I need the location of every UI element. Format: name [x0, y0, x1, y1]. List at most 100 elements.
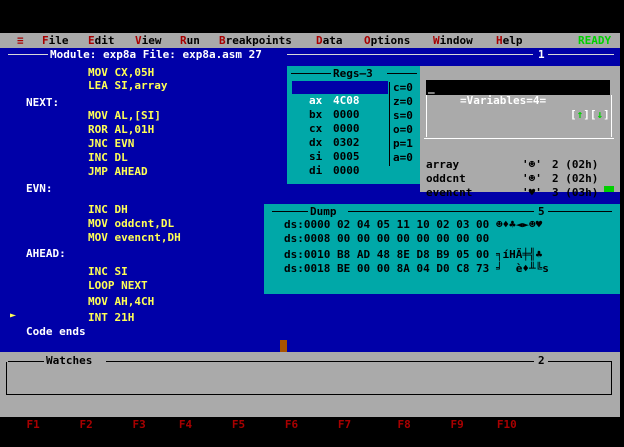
- menu-run-label: un: [186, 34, 200, 47]
- variables-global-pane[interactable]: [426, 95, 612, 137]
- fkey-label: F2: [79, 418, 93, 431]
- register-row-dx[interactable]: dx 0302: [292, 123, 388, 149]
- code-line-12[interactable]: MOV evencnt,DH: [88, 231, 181, 244]
- function-key-bar: F1-Help F2-Bkpt F3-Mod F4-Here F5-Zoom F…: [0, 402, 620, 431]
- dump-row-0010[interactable]: ds:0010 B8 AD 48 8E D8 B9 05 00 ╕íHÄ╪╣♣: [284, 248, 542, 262]
- system-menu-icon[interactable]: ≡: [17, 33, 24, 48]
- variables-input-field[interactable]: _: [426, 80, 610, 95]
- menu-edit-hotkey: E: [88, 34, 95, 47]
- current-line-pointer-icon: ►: [10, 310, 17, 321]
- flag-o[interactable]: o=0: [393, 123, 413, 136]
- menu-options-label: ptions: [370, 34, 411, 47]
- menu-breakpoints-label: reakpoints: [225, 34, 292, 47]
- code-label-evn[interactable]: EVN:: [26, 182, 53, 195]
- menu-bar: ≡ File Edit View Run Breakpoints Data Op…: [0, 33, 620, 48]
- fkey-trace[interactable]: F7-Trace: [338, 418, 398, 431]
- regs-divider: [389, 82, 390, 166]
- fkey-menu[interactable]: F10-Menu: [497, 418, 550, 431]
- module-window-number: 1: [538, 48, 545, 61]
- variable-row-evencnt[interactable]: evencnt '♥' 3 (03h): [426, 172, 610, 199]
- fkey-here[interactable]: F4-Here: [179, 418, 232, 431]
- variables-window[interactable]: ┌[■] =Variables=4= [↑][↓] _ array'☻'2 (0…: [420, 66, 620, 199]
- regs-frame-right: [387, 73, 417, 74]
- module-frame-mid: [287, 54, 533, 55]
- dump-row-0018[interactable]: ds:0018 BE 00 00 8A 04 D0 C8 73 ╛ è♦╨╚s: [284, 262, 549, 276]
- code-line-16[interactable]: MOV AH,4CH: [88, 295, 154, 308]
- dump-bytes: 02 04 05 11 10 02 03 00: [336, 218, 490, 231]
- register-row-cx[interactable]: cx 0000: [292, 109, 388, 135]
- code-line-4[interactable]: MOV AL,[SI]: [88, 109, 161, 122]
- fkey-label: F3: [132, 418, 146, 431]
- fkey-text: -Here: [192, 418, 232, 431]
- dump-bytes: 00 00 00 00 00 00 00 00: [336, 232, 490, 245]
- menu-window-hotkey: W: [433, 34, 440, 47]
- scroll-thumb[interactable]: [280, 340, 287, 352]
- register-name: di: [309, 164, 323, 177]
- variable-name: evencnt: [426, 186, 473, 199]
- watches-list[interactable]: [6, 362, 612, 395]
- dump-window[interactable]: Dump 5 ds:0000 02 04 05 11 10 02 03 00 ☻…: [264, 204, 620, 294]
- dump-window-number: 5: [538, 205, 545, 218]
- menu-data-hotkey: D: [316, 34, 323, 47]
- menu-data[interactable]: Data: [316, 33, 343, 48]
- code-line-17[interactable]: INT 21H: [88, 311, 134, 324]
- register-row-bx[interactable]: bx 0000: [292, 95, 388, 121]
- menu-file[interactable]: File: [42, 33, 69, 48]
- variable-row-array[interactable]: array '☻' 2 (02h): [426, 144, 610, 171]
- register-row-ax[interactable]: ax 4C08: [292, 81, 388, 107]
- code-line-2[interactable]: LEA SI,array: [88, 79, 167, 92]
- menu-file-label: ile: [48, 34, 69, 47]
- menu-edit[interactable]: Edit: [88, 33, 115, 48]
- menu-file-hotkey: F: [42, 34, 49, 47]
- code-line-5[interactable]: ROR AL,01H: [88, 123, 154, 136]
- code-line-1[interactable]: MOV CX,05H: [88, 66, 154, 79]
- code-label-code-ends[interactable]: Code ends: [26, 325, 86, 338]
- fkey-help[interactable]: F1-Help: [27, 418, 80, 431]
- fkey-label: F4: [178, 418, 193, 431]
- fkey-next[interactable]: F6-Next: [285, 418, 338, 431]
- flag-c[interactable]: c=0: [393, 81, 413, 94]
- code-line-8[interactable]: JMP AHEAD: [88, 165, 148, 178]
- code-label-next[interactable]: NEXT:: [26, 96, 59, 109]
- fkey-text: -Next: [298, 418, 338, 431]
- menu-options[interactable]: Options: [364, 33, 410, 48]
- variable-row-oddcnt[interactable]: oddcnt '☻' 2 (02h): [426, 158, 610, 185]
- fkey-step[interactable]: F8-Step: [397, 418, 450, 431]
- flag-s[interactable]: s=0: [393, 109, 413, 122]
- fkey-text: -Mod: [145, 418, 179, 431]
- menu-breakpoints[interactable]: Breakpoints: [219, 33, 292, 48]
- code-label-ahead[interactable]: AHEAD:: [26, 247, 66, 260]
- code-line-7[interactable]: INC DL: [88, 151, 128, 164]
- fkey-zoom[interactable]: F5-Zoom: [232, 418, 285, 431]
- regs-title-text: Regs: [333, 67, 360, 80]
- flag-z[interactable]: z=0: [393, 95, 413, 108]
- code-line-14[interactable]: INC SI: [88, 265, 128, 278]
- variables-pane-divider: [424, 138, 614, 139]
- flag-p[interactable]: p=1: [393, 137, 413, 150]
- fkey-mod[interactable]: F3-Mod: [133, 418, 179, 431]
- menu-data-label: ata: [322, 34, 343, 47]
- menu-view-hotkey: V: [135, 34, 142, 47]
- menu-window[interactable]: Window: [433, 33, 473, 48]
- code-line-6[interactable]: JNC EVN: [88, 137, 134, 150]
- menu-help[interactable]: Help: [496, 33, 523, 48]
- register-row-di[interactable]: di 0000: [292, 151, 388, 177]
- flag-a[interactable]: a=0: [393, 151, 413, 164]
- code-line-10[interactable]: INC DH: [88, 203, 128, 216]
- dump-row-0008[interactable]: ds:0008 00 00 00 00 00 00 00 00: [284, 232, 496, 246]
- registers-window[interactable]: Regs—3 ax 4C08 bx 0000 cx 0000 dx 0302 si 000…: [287, 66, 427, 184]
- code-line-15[interactable]: LOOP NEXT: [88, 279, 148, 292]
- register-row-si[interactable]: si 0005: [292, 137, 388, 163]
- dump-row-0000[interactable]: ds:0000 02 04 05 11 10 02 03 00 ☻♦♣◄►☻♥: [284, 218, 542, 232]
- menu-view[interactable]: View: [135, 33, 162, 48]
- menu-window-label: indow: [439, 34, 473, 47]
- menu-run[interactable]: Run: [180, 33, 200, 48]
- dump-address: ds:0000: [284, 218, 331, 231]
- fkey-run[interactable]: F9-Run: [450, 418, 496, 431]
- fkey-text: -Run: [463, 418, 497, 431]
- code-line-11[interactable]: MOV oddcnt,DL: [88, 217, 174, 230]
- resize-handle-icon[interactable]: [604, 186, 614, 192]
- fkey-bkpt[interactable]: F2-Bkpt: [80, 418, 133, 431]
- variables-titlebar: ┌[■] =Variables=4= [↑][↓]: [420, 66, 620, 121]
- watches-window[interactable]: Watches 2: [0, 352, 620, 402]
